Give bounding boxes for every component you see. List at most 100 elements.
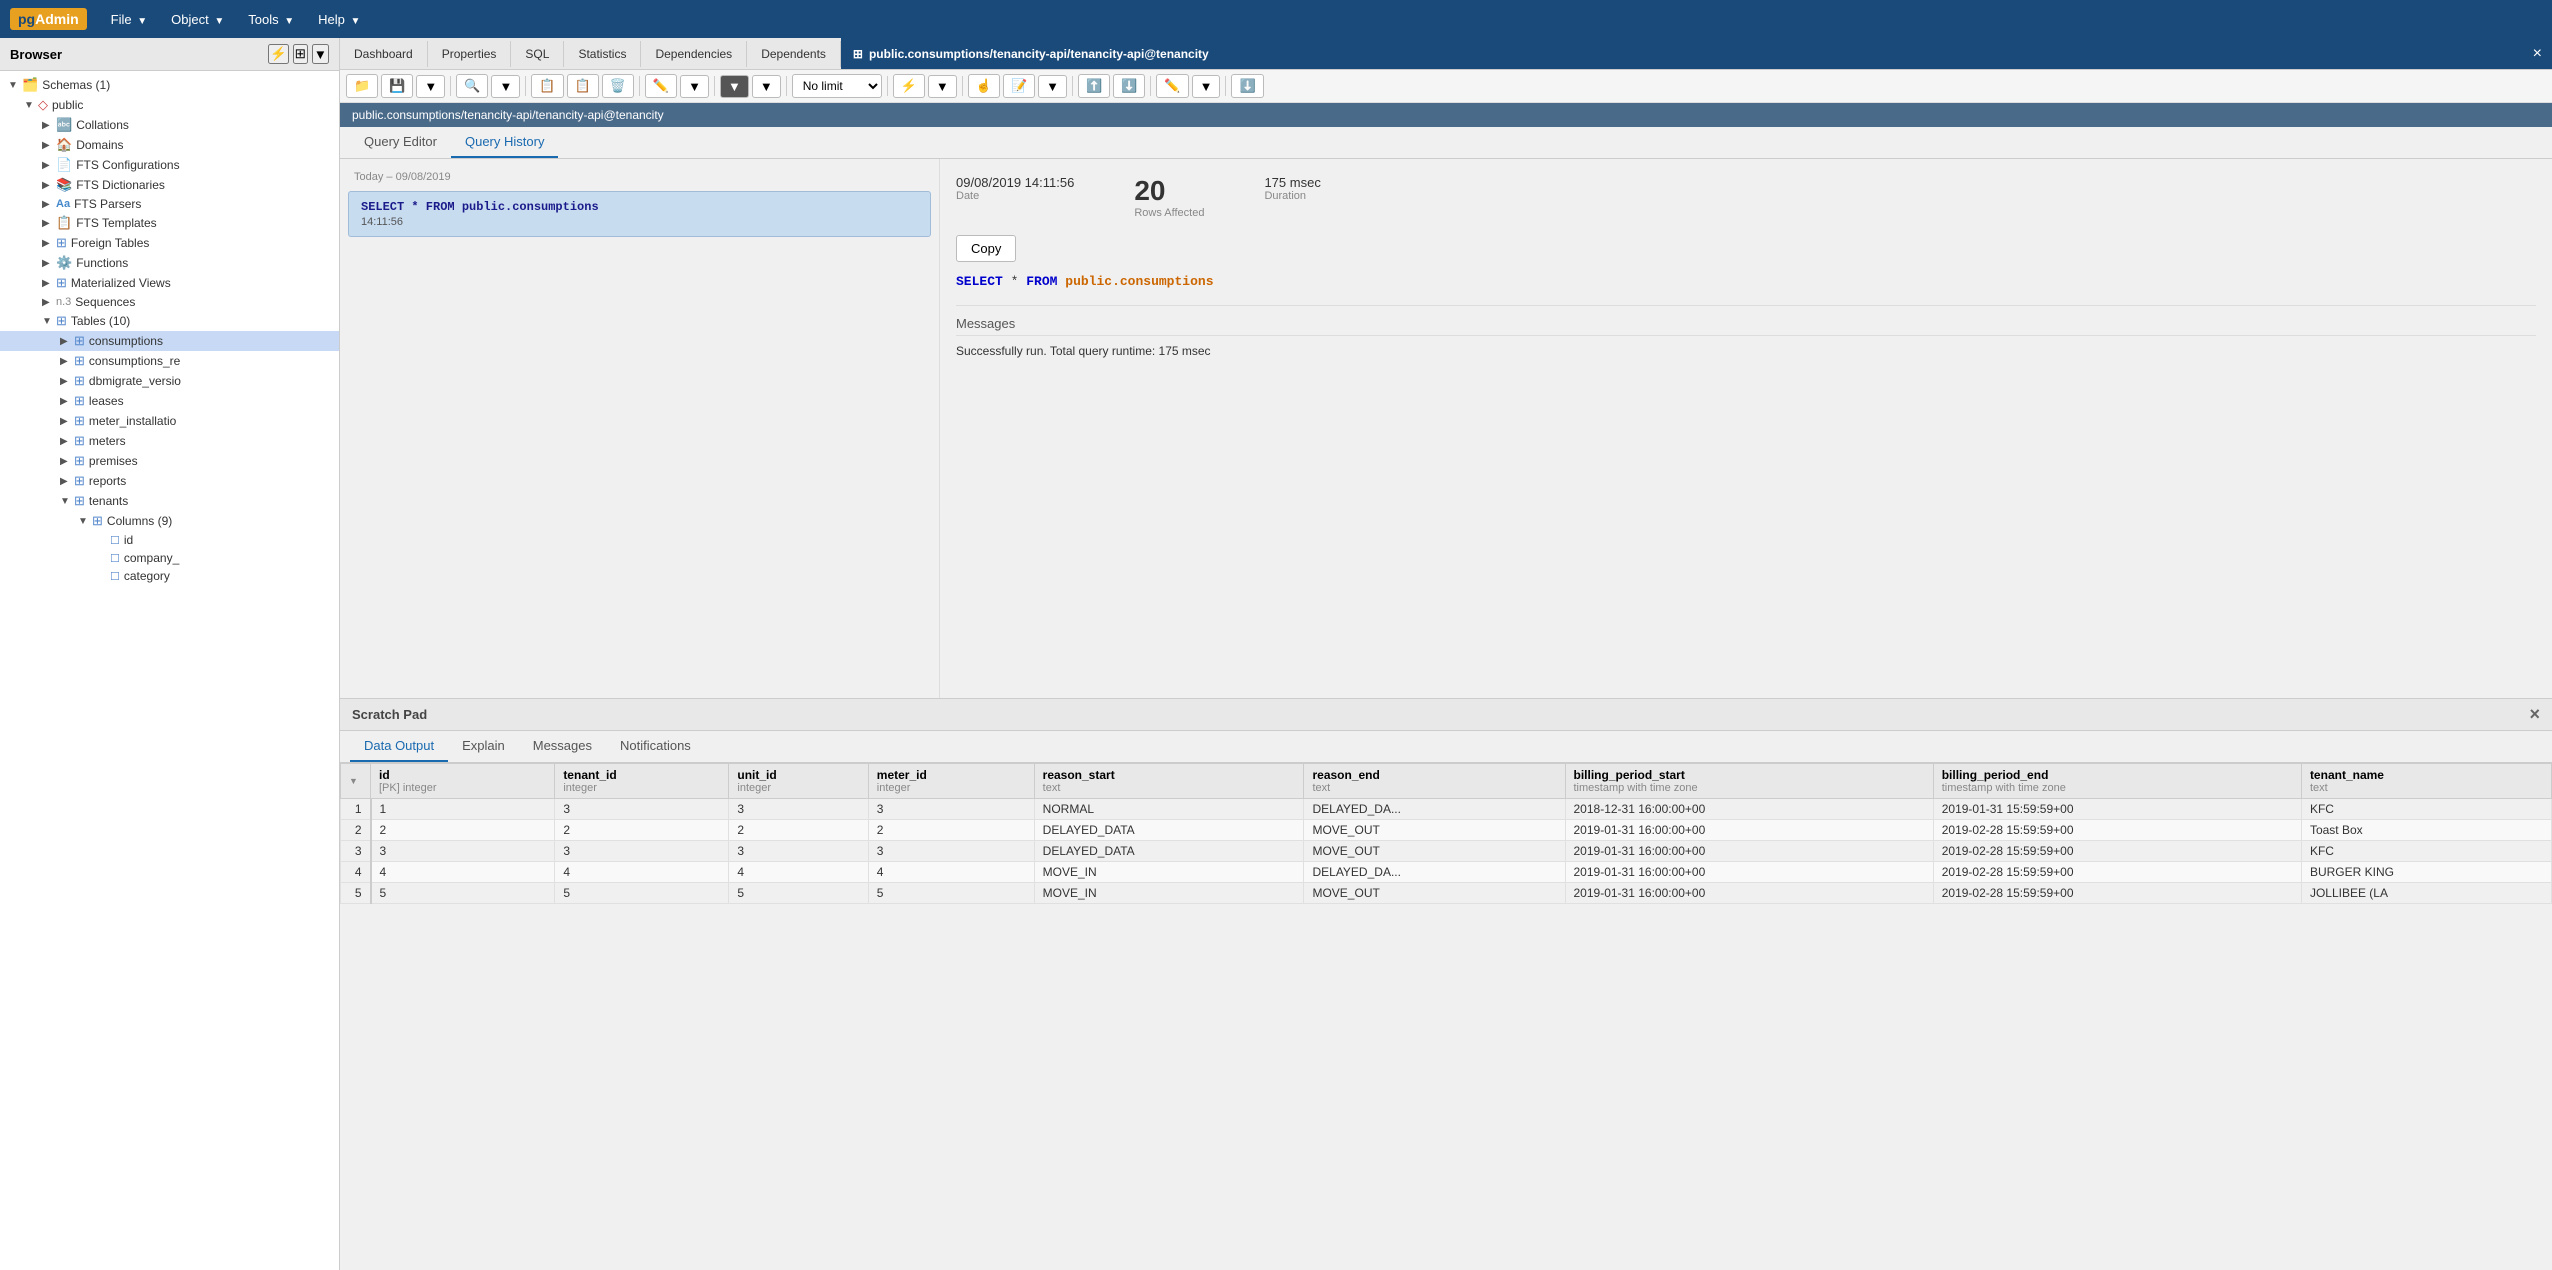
cell-tenant-id: 2	[555, 820, 729, 841]
tab-notifications[interactable]: Notifications	[606, 731, 705, 762]
sidebar-item-domains[interactable]: ▶ 🏠 Domains	[0, 135, 339, 155]
sidebar-item-col-id[interactable]: ☐ id	[0, 531, 339, 549]
sidebar-item-col-category[interactable]: ☐ category	[0, 567, 339, 585]
tab-statistics[interactable]: Statistics	[564, 41, 641, 67]
public-icon: ◇	[38, 97, 48, 113]
delete-btn[interactable]: 🗑️	[602, 74, 634, 98]
edit-btn[interactable]: ✏️	[645, 74, 677, 98]
scratch-pad-close-btn[interactable]: ×	[2529, 704, 2540, 725]
sidebar-item-functions[interactable]: ▶ ⚙️ Functions	[0, 253, 339, 273]
tab-query-editor[interactable]: Query Editor	[350, 127, 451, 158]
tab-dependents[interactable]: Dependents	[747, 41, 841, 67]
sidebar-item-meters[interactable]: ▶ ⊞ meters	[0, 431, 339, 451]
menu-object[interactable]: Object ▼	[161, 8, 234, 31]
col-header-tenant-id[interactable]: tenant_id integer	[555, 764, 729, 799]
sidebar-item-fts-configs[interactable]: ▶ 📄 FTS Configurations	[0, 155, 339, 175]
tab-properties[interactable]: Properties	[428, 41, 512, 67]
find-btn[interactable]: 🔍	[456, 74, 488, 98]
sidebar-item-fts-templates[interactable]: ▶ 📋 FTS Templates	[0, 213, 339, 233]
sidebar-grid-btn[interactable]: ⊞	[293, 44, 308, 64]
table-row[interactable]: 1 1 3 3 3 NORMAL DELAYED_DA... 2018-12-3…	[341, 799, 2552, 820]
table-row[interactable]: 3 3 3 3 3 DELAYED_DATA MOVE_OUT 2019-01-…	[341, 841, 2552, 862]
sidebar-item-tables[interactable]: ▼ ⊞ Tables (10)	[0, 311, 339, 331]
col-header-id[interactable]: id [PK] integer	[371, 764, 555, 799]
table-header-row: ▼ id [PK] integer tenant_id integer	[341, 764, 2552, 799]
col-header-billing-start[interactable]: billing_period_start timestamp with time…	[1565, 764, 1933, 799]
save-btn[interactable]: 💾	[381, 74, 413, 98]
filter-dropdown-btn[interactable]: ▼	[752, 75, 781, 98]
paste-btn[interactable]: 📋	[567, 74, 599, 98]
cursor-btn[interactable]: ☝️	[968, 74, 1000, 98]
col-header-reason-end[interactable]: reason_end text	[1304, 764, 1565, 799]
col-header-reason-start[interactable]: reason_start text	[1034, 764, 1304, 799]
tab-data-output[interactable]: Data Output	[350, 731, 448, 762]
sidebar-filter-btn[interactable]: ▼	[312, 44, 329, 64]
tab-query-history[interactable]: Query History	[451, 127, 558, 158]
format-down-btn[interactable]: ⬇️	[1113, 74, 1145, 98]
path-tab-close[interactable]: ×	[2523, 38, 2552, 69]
sidebar-item-dbmigrate[interactable]: ▶ ⊞ dbmigrate_versio	[0, 371, 339, 391]
col-header-unit-id[interactable]: unit_id integer	[729, 764, 868, 799]
sidebar-item-collations[interactable]: ▶ 🔤 Collations	[0, 115, 339, 135]
tab-dependencies[interactable]: Dependencies	[641, 41, 747, 67]
domains-arrow-icon: ▶	[42, 140, 56, 151]
sidebar-refresh-btn[interactable]: ⚡	[268, 44, 289, 64]
col-header-meter-id[interactable]: meter_id integer	[868, 764, 1034, 799]
tab-dashboard[interactable]: Dashboard	[340, 41, 428, 67]
edit-dropdown-btn[interactable]: ▼	[680, 75, 709, 98]
sidebar-item-leases[interactable]: ▶ ⊞ leases	[0, 391, 339, 411]
premises-arrow-icon: ▶	[60, 456, 74, 467]
find-dropdown-btn[interactable]: ▼	[491, 75, 520, 98]
col-header-tenant-name[interactable]: tenant_name text	[2301, 764, 2551, 799]
more-btn[interactable]: ✏️	[1156, 74, 1188, 98]
cell-meter-id: 3	[868, 841, 1034, 862]
data-table: ▼ id [PK] integer tenant_id integer	[340, 763, 2552, 904]
col-header-billing-end[interactable]: billing_period_end timestamp with time z…	[1933, 764, 2301, 799]
sidebar-item-tenants[interactable]: ▼ ⊞ tenants	[0, 491, 339, 511]
more-dropdown-btn[interactable]: ▼	[1192, 75, 1221, 98]
limit-select[interactable]: No limit 1000 rows 500 rows 100 rows	[792, 74, 882, 98]
table-row[interactable]: 2 2 2 2 2 DELAYED_DATA MOVE_OUT 2019-01-…	[341, 820, 2552, 841]
history-entry-0[interactable]: SELECT * FROM public.consumptions 14:11:…	[348, 191, 931, 237]
save-dropdown-btn[interactable]: ▼	[416, 75, 445, 98]
consumptions-table-icon: ⊞	[74, 333, 85, 349]
sidebar-item-sequences[interactable]: ▶ n.3 Sequences	[0, 293, 339, 311]
menu-tools[interactable]: Tools ▼	[238, 8, 304, 31]
run-dropdown-btn[interactable]: ▼	[928, 75, 957, 98]
copy-query-btn[interactable]: Copy	[956, 235, 1016, 262]
sidebar-item-columns-group[interactable]: ▼ ⊞ Columns (9)	[0, 511, 339, 531]
sidebar-item-consumptions[interactable]: ▶ ⊞ consumptions	[0, 331, 339, 351]
table-row[interactable]: 5 5 5 5 5 MOVE_IN MOVE_OUT 2019-01-31 16…	[341, 883, 2552, 904]
sidebar-item-mat-views[interactable]: ▶ ⊞ Materialized Views	[0, 273, 339, 293]
sidebar-item-fts-parsers[interactable]: ▶ Aa FTS Parsers	[0, 195, 339, 213]
tab-explain[interactable]: Explain	[448, 731, 519, 762]
menu-file[interactable]: File ▼	[101, 8, 157, 31]
sidebar-item-reports[interactable]: ▶ ⊞ reports	[0, 471, 339, 491]
menu-help[interactable]: Help ▼	[308, 8, 370, 31]
sidebar-item-foreign-tables[interactable]: ▶ ⊞ Foreign Tables	[0, 233, 339, 253]
cell-billing-end: 2019-02-28 15:59:59+00	[1933, 862, 2301, 883]
text-btn[interactable]: 📝	[1003, 74, 1035, 98]
sidebar-item-public[interactable]: ▼ ◇ public	[0, 95, 339, 115]
collations-icon: 🔤	[56, 117, 72, 133]
table-row[interactable]: 4 4 4 4 4 MOVE_IN DELAYED_DA... 2019-01-…	[341, 862, 2552, 883]
sidebar-item-meter-installation[interactable]: ▶ ⊞ meter_installatio	[0, 411, 339, 431]
run-btn[interactable]: ⚡	[893, 74, 925, 98]
open-file-btn[interactable]: 📁	[346, 74, 378, 98]
tab-sql[interactable]: SQL	[511, 41, 564, 67]
sidebar-item-premises[interactable]: ▶ ⊞ premises	[0, 451, 339, 471]
meta-duration: 175 msec Duration	[1264, 175, 1320, 219]
sidebar-item-fts-dicts[interactable]: ▶ 📚 FTS Dictionaries	[0, 175, 339, 195]
copy-btn[interactable]: 📋	[531, 74, 563, 98]
col-type-tenant-id: integer	[563, 782, 720, 794]
tab-messages[interactable]: Messages	[519, 731, 606, 762]
sidebar-item-consumptions-re[interactable]: ▶ ⊞ consumptions_re	[0, 351, 339, 371]
sidebar-item-col-company[interactable]: ☐ company_	[0, 549, 339, 567]
download-btn[interactable]: ⬇️	[1231, 74, 1263, 98]
filter-btn[interactable]: ▼	[720, 75, 749, 98]
dbmigrate-label: dbmigrate_versio	[89, 374, 181, 388]
sidebar-item-schemas[interactable]: ▼ 🗂️ Schemas (1)	[0, 75, 339, 95]
text-dropdown-btn[interactable]: ▼	[1038, 75, 1067, 98]
format-up-btn[interactable]: ⬆️	[1078, 74, 1110, 98]
data-table-container: ▼ id [PK] integer tenant_id integer	[340, 763, 2552, 1270]
